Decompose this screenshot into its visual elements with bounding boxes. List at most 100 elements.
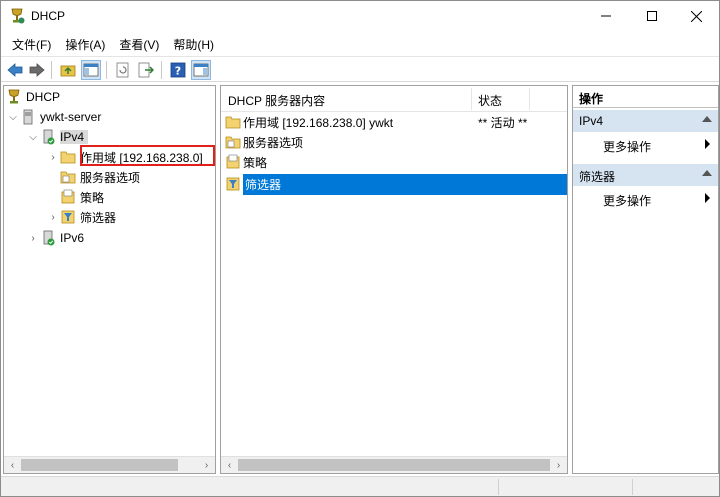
tree-label: 服务器选项 <box>80 170 141 185</box>
back-arrow-icon <box>7 63 23 77</box>
server-icon <box>23 109 33 125</box>
refresh-icon <box>116 62 129 78</box>
filter-icon <box>61 210 75 224</box>
scroll-thumb[interactable] <box>21 459 178 471</box>
more-actions-filters[interactable]: 更多操作 <box>603 192 710 209</box>
actions-pane: 操作 IPv4 更多操作 筛选器 更多操作 <box>572 85 719 474</box>
menu-bar: 文件(F) 操作(A) 查看(V) 帮助(H) <box>1 33 719 55</box>
collapse-triangle-icon[interactable] <box>702 116 712 122</box>
list-item-name: 策略 <box>243 155 268 170</box>
dhcp-icon <box>8 89 20 104</box>
console-tree-pane: DHCP ⌵ ywkt-server ⌵ IPv4 › 作用域 [192.168… <box>3 85 216 474</box>
scroll-right-icon[interactable]: › <box>550 457 567 473</box>
status-segment <box>498 479 499 495</box>
tree-label: ywkt-server <box>40 110 102 124</box>
close-button[interactable] <box>673 1 719 31</box>
back-button[interactable] <box>5 60 25 80</box>
actions-group-ipv4[interactable]: IPv4 <box>573 110 718 132</box>
tree-label: 筛选器 <box>80 210 117 225</box>
tree-label: IPv6 <box>60 231 85 245</box>
server-options-icon <box>60 171 76 184</box>
tree-item-server-options[interactable]: 服务器选项 <box>60 167 140 187</box>
expand-arrow-icon[interactable]: › <box>46 152 60 163</box>
show-hide-action-pane-button[interactable] <box>191 60 211 80</box>
toolbar: ? <box>1 56 719 82</box>
action-pane-icon <box>193 63 209 77</box>
minimize-icon <box>601 15 611 17</box>
actions-group-label: 筛选器 <box>579 170 616 184</box>
up-folder-button[interactable] <box>58 60 78 80</box>
mmc-window: DHCP 文件(F) 操作(A) 查看(V) 帮助(H) ? DHCP ⌵ yw… <box>0 0 720 497</box>
menu-file[interactable]: 文件(F) <box>5 33 58 55</box>
tree-item-ipv6[interactable]: › IPv6 <box>26 228 84 248</box>
tree-item-ipv4[interactable]: ⌵ IPv4 <box>26 127 89 147</box>
column-header-status[interactable]: 状态 <box>478 92 502 109</box>
up-folder-icon <box>60 65 76 77</box>
tree-label: DHCP <box>26 90 61 104</box>
scroll-right-icon[interactable]: › <box>198 457 215 473</box>
menu-action[interactable]: 操作(A) <box>58 33 112 55</box>
scroll-left-icon[interactable]: ‹ <box>4 457 21 473</box>
expand-arrow-icon[interactable]: › <box>46 212 60 223</box>
svg-text:?: ? <box>175 65 181 78</box>
list-horizontal-scrollbar[interactable]: ‹ › <box>221 456 567 473</box>
help-button[interactable]: ? <box>168 60 188 80</box>
submenu-arrow-icon <box>705 139 710 149</box>
console-tree-icon <box>83 63 99 77</box>
menu-help[interactable]: 帮助(H) <box>166 33 221 55</box>
actions-title: 操作 <box>573 86 718 108</box>
status-bar <box>1 476 719 496</box>
title-bar: DHCP <box>1 1 719 31</box>
result-pane: DHCP 服务器内容 状态 作用域 [192.168.238.0] ywkt *… <box>220 85 568 474</box>
ipv6-server-icon <box>43 230 55 246</box>
list-item-name: 作用域 [192.168.238.0] ywkt <box>243 115 394 130</box>
list-item-scope[interactable]: 作用域 [192.168.238.0] ywkt ** 活动 ** <box>225 112 567 132</box>
forward-button[interactable] <box>27 60 47 80</box>
annotation-highlight-box <box>80 145 215 166</box>
scroll-thumb[interactable] <box>238 459 550 471</box>
column-header-name[interactable]: DHCP 服务器内容 <box>228 92 325 109</box>
actions-group-filters[interactable]: 筛选器 <box>573 164 718 186</box>
list-item-server-options[interactable]: 服务器选项 <box>225 132 567 152</box>
tree-label: 策略 <box>80 190 105 205</box>
actions-group-label: IPv4 <box>579 114 604 128</box>
tree-item-server[interactable]: ⌵ ywkt-server <box>6 107 101 127</box>
tree-label: IPv4 <box>60 130 89 144</box>
policy-icon <box>61 189 75 204</box>
dhcp-app-icon <box>11 8 25 24</box>
tree-item-policies[interactable]: 策略 <box>60 187 104 207</box>
scroll-left-icon[interactable]: ‹ <box>221 457 238 473</box>
window-title: DHCP <box>31 9 66 23</box>
collapse-arrow-icon[interactable]: ⌵ <box>26 132 40 143</box>
more-actions-label: 更多操作 <box>603 140 652 154</box>
more-actions-label: 更多操作 <box>603 194 652 208</box>
list-header: DHCP 服务器内容 状态 <box>221 86 567 112</box>
forward-arrow-icon <box>29 63 45 77</box>
tree-item-dhcp[interactable]: DHCP <box>6 87 60 107</box>
policy-icon <box>226 154 240 169</box>
tree-horizontal-scrollbar[interactable]: ‹ › <box>4 456 215 473</box>
more-actions-ipv4[interactable]: 更多操作 <box>603 138 710 155</box>
expand-arrow-icon[interactable]: › <box>26 233 40 244</box>
menu-view[interactable]: 查看(V) <box>112 33 166 55</box>
maximize-button[interactable] <box>629 1 675 31</box>
submenu-arrow-icon <box>705 193 710 203</box>
collapse-triangle-icon[interactable] <box>702 170 712 176</box>
close-icon <box>690 10 702 22</box>
export-list-button[interactable] <box>136 60 156 80</box>
help-icon: ? <box>170 62 186 78</box>
list-item-filters[interactable]: 筛选器 <box>225 173 567 195</box>
refresh-button[interactable] <box>113 60 133 80</box>
ipv4-server-icon <box>43 129 55 145</box>
list-item-policies[interactable]: 策略 <box>225 152 567 172</box>
show-hide-tree-button[interactable] <box>81 60 101 80</box>
folder-icon <box>225 116 241 129</box>
server-options-icon <box>225 136 241 149</box>
folder-icon <box>60 151 76 164</box>
collapse-arrow-icon[interactable]: ⌵ <box>6 112 20 123</box>
tree-item-filters[interactable]: › 筛选器 <box>46 207 116 227</box>
minimize-button[interactable] <box>583 1 629 31</box>
export-list-icon <box>138 62 154 78</box>
filter-icon <box>226 177 240 191</box>
list-item-status: ** 活动 ** <box>478 115 528 130</box>
